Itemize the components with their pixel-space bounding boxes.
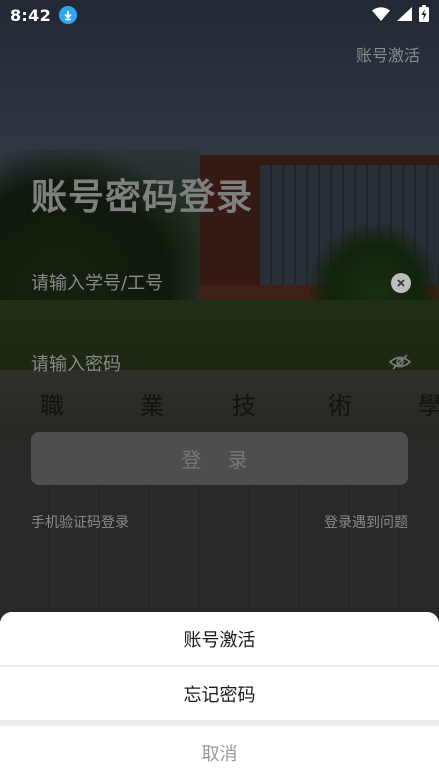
username-input[interactable] — [31, 272, 391, 294]
action-forgot-password[interactable]: 忘记密码 — [0, 667, 439, 720]
username-field — [31, 266, 411, 300]
login-problem-link[interactable]: 登录遇到问题 — [324, 512, 408, 532]
action-cancel-button[interactable]: 取消 — [0, 726, 439, 780]
password-input[interactable] — [31, 353, 389, 375]
status-bar: 8:42 — [0, 0, 439, 30]
download-icon — [59, 6, 77, 24]
action-account-activation[interactable]: 账号激活 — [0, 612, 439, 665]
account-activation-link[interactable]: 账号激活 — [356, 42, 420, 66]
action-sheet: 账号激活 忘记密码 取消 — [0, 612, 439, 780]
battery-charging-icon — [419, 4, 429, 26]
login-button[interactable]: 登 录 — [31, 432, 408, 485]
status-time: 8:42 — [10, 5, 51, 25]
wifi-icon — [372, 6, 390, 25]
hide-password-icon[interactable] — [388, 353, 412, 375]
password-field — [31, 347, 412, 381]
page-title: 账号密码登录 — [31, 177, 254, 218]
sms-code-login-link[interactable]: 手机验证码登录 — [31, 512, 129, 532]
clear-input-icon[interactable] — [391, 273, 411, 293]
cellular-signal-icon — [397, 6, 412, 25]
